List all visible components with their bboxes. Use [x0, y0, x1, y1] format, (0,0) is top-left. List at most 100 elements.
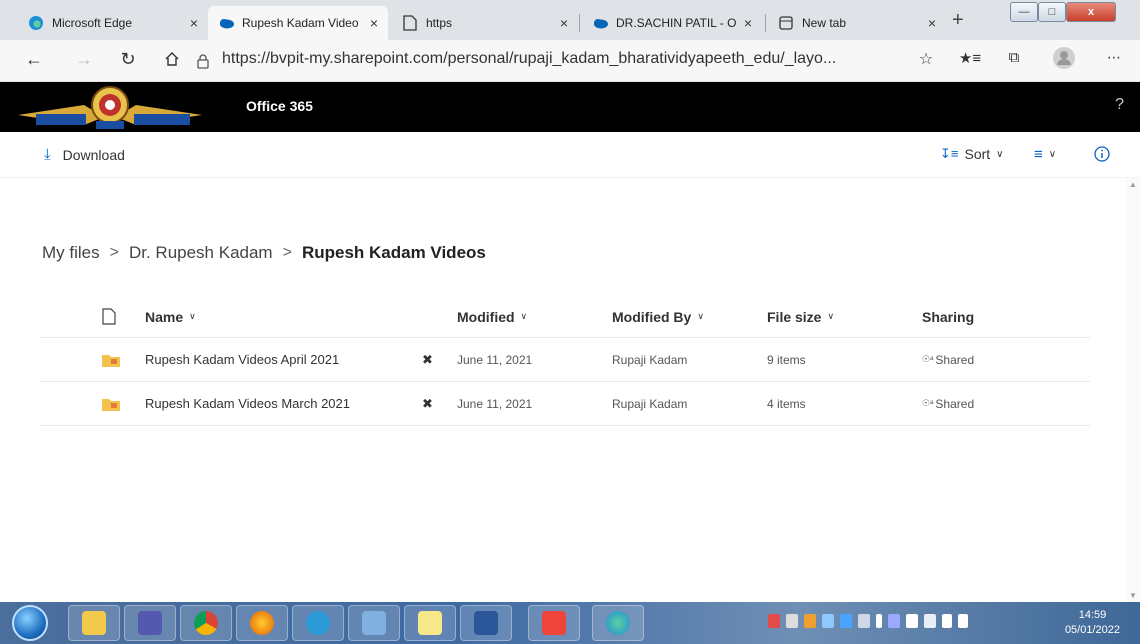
breadcrumb: My files > Dr. Rupesh Kadam > Rupesh Kad…	[42, 243, 486, 263]
home-icon[interactable]	[160, 49, 184, 72]
file-size: 9 items	[767, 352, 806, 367]
edge-taskbar-icon[interactable]	[592, 605, 644, 641]
flag-icon[interactable]	[906, 614, 918, 628]
chrome-icon[interactable]	[180, 605, 232, 641]
chevron-down-icon: ∨	[189, 311, 196, 321]
word-icon[interactable]	[460, 605, 512, 641]
close-icon[interactable]: ×	[190, 15, 198, 31]
tab-new-tab[interactable]: New tab ×	[768, 6, 946, 40]
file-explorer-icon[interactable]	[68, 605, 120, 641]
file-name[interactable]: Rupesh Kadam Videos March 2021	[145, 382, 350, 425]
tab-https[interactable]: https ×	[392, 6, 578, 40]
office-365-title[interactable]: Office 365	[246, 98, 313, 114]
tray-app-icon[interactable]	[888, 614, 900, 628]
tab-microsoft-edge[interactable]: Microsoft Edge ×	[18, 6, 208, 40]
tab-rupesh-kadam-videos[interactable]: Rupesh Kadam Video ×	[208, 6, 388, 40]
collections-icon[interactable]: ⧉	[1002, 49, 1026, 66]
command-bar: ⤓ Download ↧≡ Sort ∨ ≡ ∨	[0, 132, 1140, 178]
new-tab-button[interactable]: +	[952, 9, 964, 32]
download-button[interactable]: ⤓ Download	[44, 146, 125, 163]
forward-icon[interactable]: →	[72, 49, 96, 70]
signal-icon[interactable]	[942, 614, 952, 628]
tray-app-icon[interactable]	[786, 614, 798, 628]
sticky-notes-icon[interactable]	[404, 605, 456, 641]
minimize-button[interactable]: —	[1010, 2, 1038, 22]
tab-label: New tab	[802, 16, 847, 30]
refresh-icon[interactable]: ↻	[116, 49, 140, 70]
tab-label: https	[426, 16, 453, 30]
vertical-scrollbar[interactable]: ▲ ▼	[1126, 178, 1140, 602]
favorite-star-icon[interactable]: ☆	[914, 49, 938, 69]
column-header-file-size[interactable]: File size ∨	[767, 296, 834, 337]
pin-icon[interactable]: ✖	[422, 338, 433, 381]
info-button[interactable]	[1094, 146, 1110, 162]
modified-by: Rupaji Kadam	[612, 352, 688, 367]
column-header-sharing[interactable]: Sharing	[922, 296, 974, 337]
firefox-icon[interactable]	[236, 605, 288, 641]
tab-dr-sachin-patil[interactable]: DR.SACHIN PATIL - O ×	[582, 6, 762, 40]
breadcrumb-dr-rupesh-kadam[interactable]: Dr. Rupesh Kadam	[129, 243, 273, 263]
edge-icon	[28, 15, 44, 31]
anydesk-icon[interactable]	[528, 605, 580, 641]
bluetooth-icon[interactable]	[876, 614, 882, 628]
scroll-up-icon[interactable]: ▲	[1129, 180, 1137, 189]
maximize-button[interactable]: □	[1038, 2, 1066, 22]
tab-label: Rupesh Kadam Video	[242, 16, 359, 30]
download-label: Download	[62, 146, 125, 163]
pin-icon[interactable]: ✖	[422, 382, 433, 425]
column-header-modified[interactable]: Modified ∨	[457, 296, 527, 337]
notes-app-icon[interactable]	[348, 605, 400, 641]
close-icon[interactable]: ×	[744, 15, 752, 31]
back-icon[interactable]: ←	[22, 49, 46, 70]
page-icon	[402, 15, 418, 31]
taskbar-clock[interactable]: 14:59 05/01/2022	[1065, 608, 1120, 638]
file-name[interactable]: Rupesh Kadam Videos April 2021	[145, 338, 339, 381]
download-icon: ⤓	[44, 146, 51, 163]
breadcrumb-my-files[interactable]: My files	[42, 243, 100, 263]
close-icon[interactable]: ×	[560, 15, 568, 31]
list-view-icon: ≡	[1034, 146, 1043, 163]
lock-icon[interactable]	[196, 53, 210, 74]
tray-app-icon[interactable]	[804, 614, 816, 628]
bharati-vidyapeeth-logo[interactable]	[14, 85, 206, 129]
chevron-down-icon: ∨	[996, 148, 1004, 160]
volume-icon[interactable]	[958, 614, 968, 628]
favorites-icon[interactable]: ★≡	[958, 49, 982, 67]
close-icon[interactable]: ×	[928, 15, 936, 31]
file-type-icon[interactable]	[102, 296, 116, 337]
help-icon[interactable]: ?	[1115, 96, 1124, 114]
url-field[interactable]: https://bvpit-my.sharepoint.com/personal…	[222, 50, 836, 68]
teams-icon[interactable]	[124, 605, 176, 641]
webcam-app-icon[interactable]	[292, 605, 344, 641]
close-icon[interactable]: ×	[370, 15, 378, 31]
view-options-button[interactable]: ≡ ∨	[1034, 146, 1056, 163]
address-bar: ← → ↻ https://bvpit-my.sharepoint.com/pe…	[0, 40, 1140, 82]
tray-app-icon[interactable]	[768, 614, 780, 628]
tray-app-icon[interactable]	[822, 614, 834, 628]
battery-icon[interactable]	[924, 614, 936, 628]
file-size: 4 items	[767, 396, 806, 411]
onedrive-icon	[218, 15, 234, 31]
system-tray	[768, 614, 968, 628]
chevron-down-icon: ∨	[827, 311, 835, 321]
chevron-down-icon: ∨	[1048, 149, 1057, 160]
sharing-status[interactable]: ☉ᵃ Shared	[922, 338, 974, 381]
start-button[interactable]	[12, 605, 48, 641]
profile-avatar[interactable]	[1052, 46, 1076, 75]
column-header-name[interactable]: Name ∨	[145, 296, 196, 337]
modified-by: Rupaji Kadam	[612, 396, 688, 411]
sharing-status[interactable]: ☉ᵃ Shared	[922, 382, 974, 425]
more-menu-icon[interactable]: ⋯	[1102, 49, 1126, 66]
clock-time: 14:59	[1078, 609, 1107, 621]
table-row[interactable]: Rupesh Kadam Videos April 2021 ✖ June 11…	[40, 338, 1090, 382]
table-row[interactable]: Rupesh Kadam Videos March 2021 ✖ June 11…	[40, 382, 1090, 426]
scroll-down-icon[interactable]: ▼	[1129, 591, 1137, 600]
tray-app-icon[interactable]	[840, 614, 852, 628]
tab-divider	[579, 14, 580, 32]
file-list: Name ∨ Modified ∨ Modified By ∨ File siz…	[40, 296, 1090, 426]
column-header-modified-by[interactable]: Modified By ∨	[612, 296, 704, 337]
sort-label: Sort	[964, 146, 991, 162]
sort-button[interactable]: ↧≡ Sort ∨	[940, 146, 1004, 162]
window-close-button[interactable]: x	[1066, 2, 1116, 22]
tray-app-icon[interactable]	[858, 614, 870, 628]
